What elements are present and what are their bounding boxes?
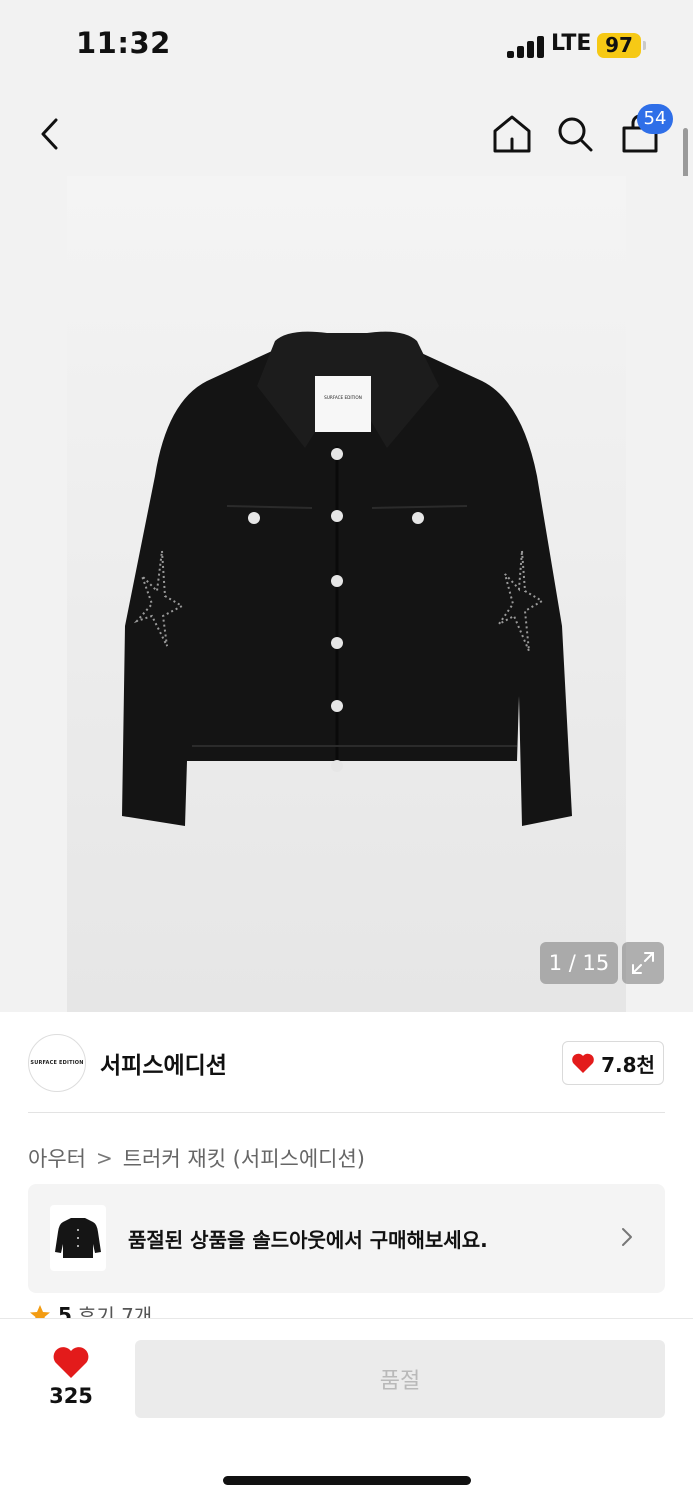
battery-tip xyxy=(643,41,646,50)
chevron-right-icon xyxy=(620,1226,634,1252)
chevron-left-icon xyxy=(41,118,58,150)
home-icon xyxy=(493,115,531,153)
divider xyxy=(28,1112,665,1113)
breadcrumb: 아우터 > 트러커 재킷 (서피스에디션) xyxy=(28,1143,365,1173)
wishlist-button[interactable] xyxy=(52,1345,90,1383)
expand-icon xyxy=(632,952,654,974)
product-image[interactable]: SURFACE EDITION xyxy=(67,176,626,1014)
home-button[interactable] xyxy=(484,106,540,162)
breadcrumb-category[interactable]: 아우터 xyxy=(28,1143,86,1173)
expand-button[interactable] xyxy=(622,942,664,984)
soldout-banner-text: 품절된 상품을 솔드아웃에서 구매해보세요. xyxy=(128,1228,488,1252)
jacket-brand-tag: SURFACE EDITION xyxy=(324,395,362,400)
breadcrumb-product[interactable]: 트러커 재킷 (서피스에디션) xyxy=(123,1143,365,1173)
search-icon xyxy=(558,117,593,152)
brand-logo[interactable]: SURFACE EDITION xyxy=(28,1034,86,1092)
brand-like-button[interactable]: 7.8천 xyxy=(562,1041,664,1085)
cart-count-badge: 54 xyxy=(637,104,673,134)
image-counter: 1 / 15 xyxy=(540,942,618,984)
product-thumbnail xyxy=(50,1205,106,1271)
heart-icon xyxy=(53,1347,89,1378)
breadcrumb-separator: > xyxy=(95,1146,113,1170)
brand-name[interactable]: 서피스에디션 xyxy=(100,1046,227,1080)
network-label: LTE xyxy=(551,31,592,56)
home-indicator xyxy=(223,1476,471,1485)
jacket-image: SURFACE EDITION xyxy=(122,331,572,826)
top-navigation xyxy=(0,92,693,176)
jacket-thumbnail-icon xyxy=(55,1218,101,1258)
back-button[interactable] xyxy=(22,106,78,162)
signal-icon xyxy=(507,36,545,58)
status-time: 11:32 xyxy=(76,26,171,60)
search-button[interactable] xyxy=(547,106,603,162)
heart-icon xyxy=(572,1053,594,1073)
wishlist-count: 325 xyxy=(49,1384,93,1408)
brand-like-count: 7.8천 xyxy=(601,1052,655,1077)
soldout-buy-button[interactable]: 품절 xyxy=(135,1340,665,1418)
battery-icon: 97 xyxy=(597,33,641,58)
